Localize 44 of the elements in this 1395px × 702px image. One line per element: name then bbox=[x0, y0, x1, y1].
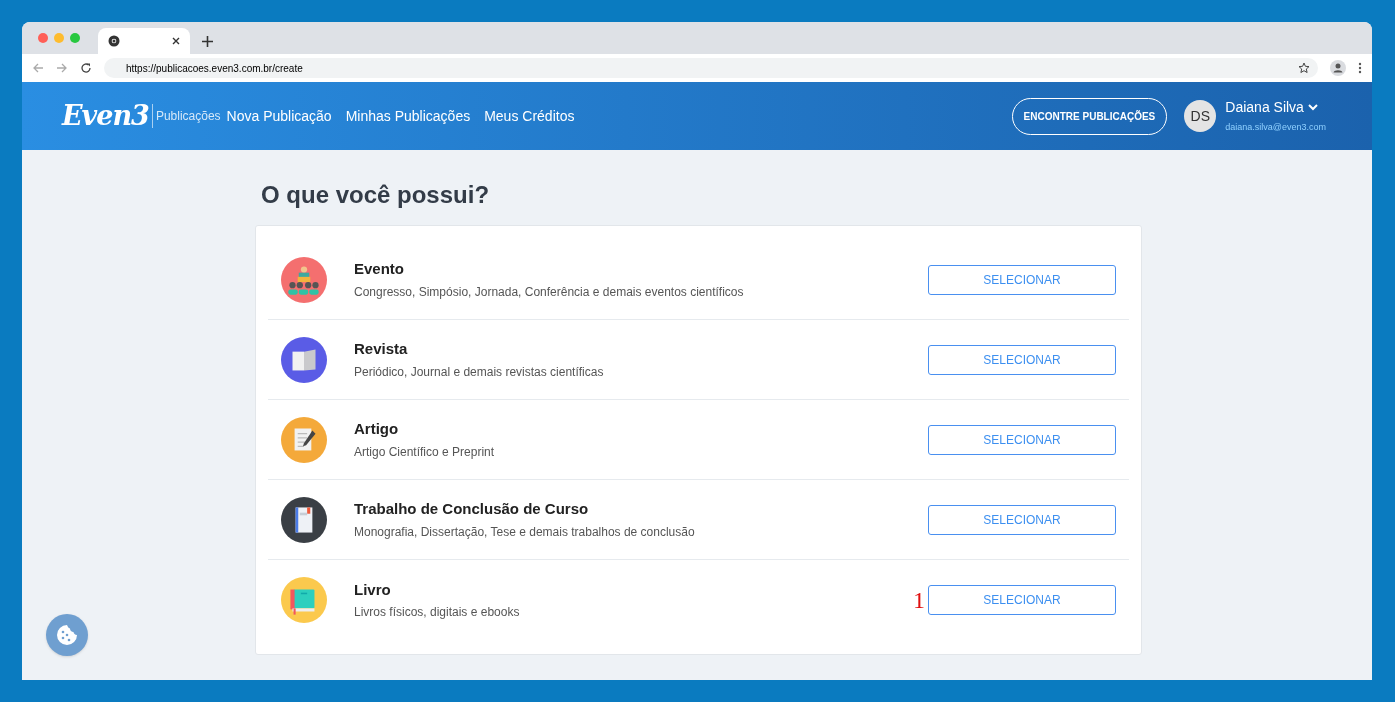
audience-icon bbox=[281, 256, 327, 303]
option-description: Congresso, Simpósio, Jornada, Conferência e demais eventos científicos bbox=[354, 283, 745, 301]
close-icon[interactable] bbox=[172, 37, 180, 45]
cookie-button[interactable] bbox=[46, 614, 88, 656]
book-icon bbox=[281, 577, 327, 623]
browser-tab[interactable] bbox=[98, 28, 190, 54]
more-icon[interactable] bbox=[1358, 62, 1362, 74]
page-title: O que você possui? bbox=[261, 180, 491, 210]
select-button[interactable]: SELECIONAR bbox=[928, 504, 1116, 535]
step-number: 1 bbox=[913, 586, 925, 615]
option-title: Livro bbox=[354, 579, 392, 600]
user-email: daiana.silva@even3.com bbox=[1225, 121, 1326, 135]
option-description: Artigo Científico e Preprint bbox=[354, 443, 496, 461]
magazine-icon bbox=[281, 336, 327, 383]
option-title: Evento bbox=[354, 259, 405, 280]
profile-icon[interactable] bbox=[1330, 60, 1346, 76]
user-avatar: DS bbox=[1184, 100, 1217, 132]
option-description: Livros físicos, digitais e ebooks bbox=[354, 604, 521, 622]
document-pencil-icon bbox=[281, 416, 327, 463]
nav-link[interactable]: Minhas Publicações bbox=[345, 105, 471, 127]
notebook-icon bbox=[281, 496, 327, 543]
browser-logo-icon bbox=[108, 35, 120, 47]
select-button[interactable]: SELECIONAR bbox=[928, 344, 1116, 375]
cookie-icon bbox=[55, 623, 79, 647]
section-label: Publicações bbox=[155, 108, 221, 125]
address-bar[interactable]: https://publicacoes.even3.com.br/create bbox=[104, 58, 1318, 78]
select-button[interactable]: SELECIONAR bbox=[928, 264, 1116, 295]
option-title: Trabalho de Conclusão de Curso bbox=[354, 499, 590, 520]
nav-link[interactable]: Nova Publicação bbox=[226, 105, 332, 127]
new-tab-icon[interactable] bbox=[202, 36, 213, 47]
chevron-down-icon bbox=[1307, 104, 1318, 112]
reload-icon[interactable] bbox=[80, 62, 92, 74]
star-icon[interactable] bbox=[1298, 62, 1310, 74]
option-description: Monografia, Dissertação, Tese e demais trabalhos de conclusão bbox=[354, 523, 696, 541]
select-button[interactable]: SELECIONAR bbox=[928, 424, 1116, 455]
select-button[interactable]: SELECIONAR bbox=[928, 585, 1116, 615]
option-description: Periódico, Journal e demais revistas científicas bbox=[354, 363, 605, 381]
option-title: Revista bbox=[354, 339, 409, 360]
user-menu[interactable]: DS Daiana Silva daiana.silva@even3.com bbox=[1184, 97, 1326, 135]
logo[interactable]: Even3 bbox=[62, 95, 149, 137]
user-name: Daiana Silva bbox=[1225, 98, 1304, 118]
option-title: Artigo bbox=[354, 419, 400, 440]
nav-link[interactable]: Meus Créditos bbox=[484, 105, 575, 127]
url-text: https://publicacoes.even3.com.br/create bbox=[126, 61, 304, 76]
